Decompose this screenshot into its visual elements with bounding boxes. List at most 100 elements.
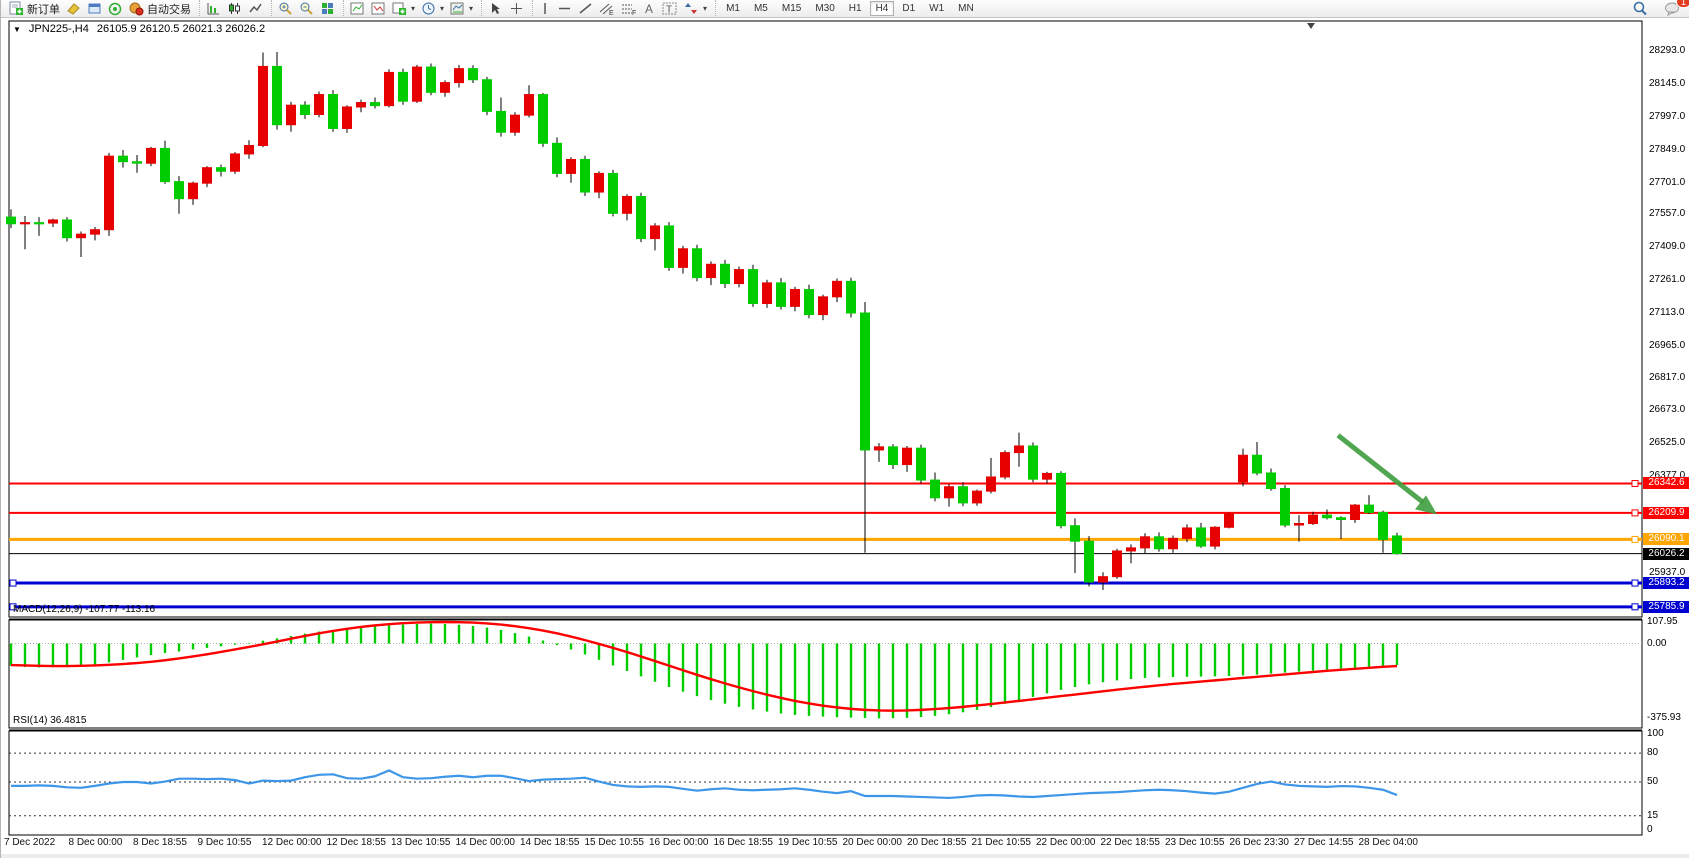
time-axis-label: 16 Dec 00:00: [649, 837, 709, 848]
text-a-icon: A: [643, 1, 656, 16]
rsi-label: RSI(14) 36.4815: [13, 715, 86, 726]
candlestick-chart-icon: [227, 1, 242, 16]
time-axis-label: 21 Dec 10:55: [972, 837, 1032, 848]
price-tag-26026.2: 26026.2: [1643, 548, 1689, 560]
time-axis-label: 22 Dec 18:55: [1101, 837, 1161, 848]
signal-button[interactable]: [105, 0, 126, 17]
fibonacci-icon: F: [621, 1, 637, 16]
time-axis-label: 20 Dec 18:55: [907, 837, 967, 848]
trendline-button[interactable]: [575, 0, 596, 17]
indicator-window-button[interactable]: [368, 0, 389, 17]
window-bottom-strip: [1, 854, 1689, 858]
arrows-button[interactable]: ▾: [681, 0, 710, 17]
line-handle[interactable]: [10, 580, 16, 586]
svg-text:F: F: [632, 10, 636, 16]
svg-text:E: E: [609, 10, 614, 16]
add-indicator-icon: [392, 1, 407, 16]
fibonacci-button[interactable]: F: [618, 0, 640, 17]
toolbar-group-zoom: [271, 0, 341, 18]
text-label-button[interactable]: T: [659, 0, 681, 17]
macd-label: MACD(12,26,9) -107.77 -113.16: [13, 604, 155, 615]
price-tag-26090.1: 26090.1: [1643, 533, 1689, 545]
line-handle[interactable]: [1632, 480, 1638, 486]
timeframe-button-h4[interactable]: H4: [870, 1, 895, 16]
clock-icon: [421, 1, 436, 16]
time-axis-label: 20 Dec 00:00: [843, 837, 903, 848]
cursor-arrow-icon: [488, 1, 503, 16]
line-chart-icon: [248, 1, 263, 16]
chevron-down-icon: ▾: [440, 4, 444, 13]
cursor-button[interactable]: [485, 0, 506, 17]
zoom-in-button[interactable]: [275, 0, 296, 17]
toolbar-group-indicators: ▾ ▾ ▾: [343, 0, 479, 18]
toolbar: 新订单 自动交易: [1, 0, 1689, 18]
chart-shift-marker[interactable]: [1307, 23, 1315, 29]
timeframe-button-d1[interactable]: D1: [896, 1, 921, 16]
horizontal-line-button[interactable]: [554, 0, 575, 17]
line-handle[interactable]: [1632, 510, 1638, 516]
chart-canvas[interactable]: [1, 18, 1689, 858]
zoom-out-button[interactable]: [296, 0, 317, 17]
time-axis-label: 8 Dec 18:55: [133, 837, 187, 848]
timeframe-button-h1[interactable]: H1: [843, 1, 868, 16]
text-label-icon: T: [662, 1, 678, 16]
eraser-button[interactable]: [63, 0, 84, 17]
macd-signal-line: [11, 622, 1397, 711]
price-tick-label: 26673.0: [1649, 404, 1685, 415]
auto-trading-button[interactable]: 自动交易: [126, 0, 194, 18]
add-indicator-button[interactable]: ▾: [389, 0, 418, 17]
search-button[interactable]: [1629, 0, 1651, 18]
timeframe-button-w1[interactable]: W1: [923, 1, 950, 16]
new-order-button[interactable]: 新订单: [6, 0, 63, 18]
crosshair-button[interactable]: [506, 0, 527, 17]
time-axis-label: 9 Dec 10:55: [198, 837, 252, 848]
collapse-triangle-icon[interactable]: ▼: [13, 25, 21, 34]
price-tick-label: 28293.0: [1649, 45, 1685, 56]
price-tag-26209.9: 26209.9: [1643, 507, 1689, 519]
timeframe-button-m15[interactable]: M15: [776, 1, 807, 16]
text-button[interactable]: A: [640, 0, 659, 17]
signal-icon: [108, 1, 123, 16]
channel-button[interactable]: E: [596, 0, 618, 17]
indicator-window-icon: [371, 1, 386, 16]
chart-title: ▼ JPN225-,H4 26105.9 26120.5 26021.3 260…: [13, 23, 265, 35]
notifications-button[interactable]: 1: [1661, 0, 1684, 17]
line-handle[interactable]: [1632, 536, 1638, 542]
trendline-icon: [578, 1, 593, 16]
vertical-line-icon: [539, 1, 551, 16]
toolbar-group-cursor: [481, 0, 530, 18]
line-handle[interactable]: [1632, 604, 1638, 610]
line-handle[interactable]: [1632, 580, 1638, 586]
timeframe-button-mn[interactable]: MN: [952, 1, 980, 16]
time-axis-label: 12 Dec 18:55: [327, 837, 387, 848]
zoom-out-icon: [299, 1, 314, 16]
symbol-period-label: JPN225-,H4: [29, 23, 89, 35]
indicator-list-button[interactable]: [347, 0, 368, 17]
tile-windows-button[interactable]: [317, 0, 338, 17]
time-axis-label: 22 Dec 00:00: [1036, 837, 1096, 848]
chart-window[interactable]: ▼ JPN225-,H4 26105.9 26120.5 26021.3 260…: [1, 18, 1689, 858]
timeframe-button-m30[interactable]: M30: [809, 1, 840, 16]
timeframe-button-m1[interactable]: M1: [720, 1, 746, 16]
time-axis-label: 13 Dec 10:55: [391, 837, 451, 848]
time-axis-label: 23 Dec 10:55: [1165, 837, 1225, 848]
template-button[interactable]: ▾: [447, 0, 476, 17]
bar-chart-button[interactable]: [203, 0, 224, 17]
price-tick-label: 27409.0: [1649, 241, 1685, 252]
time-axis-label: 16 Dec 18:55: [714, 837, 774, 848]
crosshair-icon: [509, 1, 524, 16]
timeframe-button-m5[interactable]: M5: [748, 1, 774, 16]
mt4-window: 新订单 自动交易: [0, 0, 1689, 858]
price-tick-label: 27701.0: [1649, 177, 1685, 188]
candlestick-chart-button[interactable]: [224, 0, 245, 17]
equidistant-channel-icon: E: [599, 1, 615, 16]
time-axis-label: 7 Dec 2022: [4, 837, 55, 848]
vertical-line-button[interactable]: [536, 0, 554, 17]
line-chart-button[interactable]: [245, 0, 266, 17]
tile-windows-icon: [320, 1, 335, 16]
svg-text:A: A: [645, 2, 653, 16]
period-button[interactable]: ▾: [418, 0, 447, 17]
market-watch-button[interactable]: [84, 0, 105, 17]
template-icon: [450, 1, 465, 16]
trend-arrow-annotation[interactable]: [1338, 435, 1423, 502]
